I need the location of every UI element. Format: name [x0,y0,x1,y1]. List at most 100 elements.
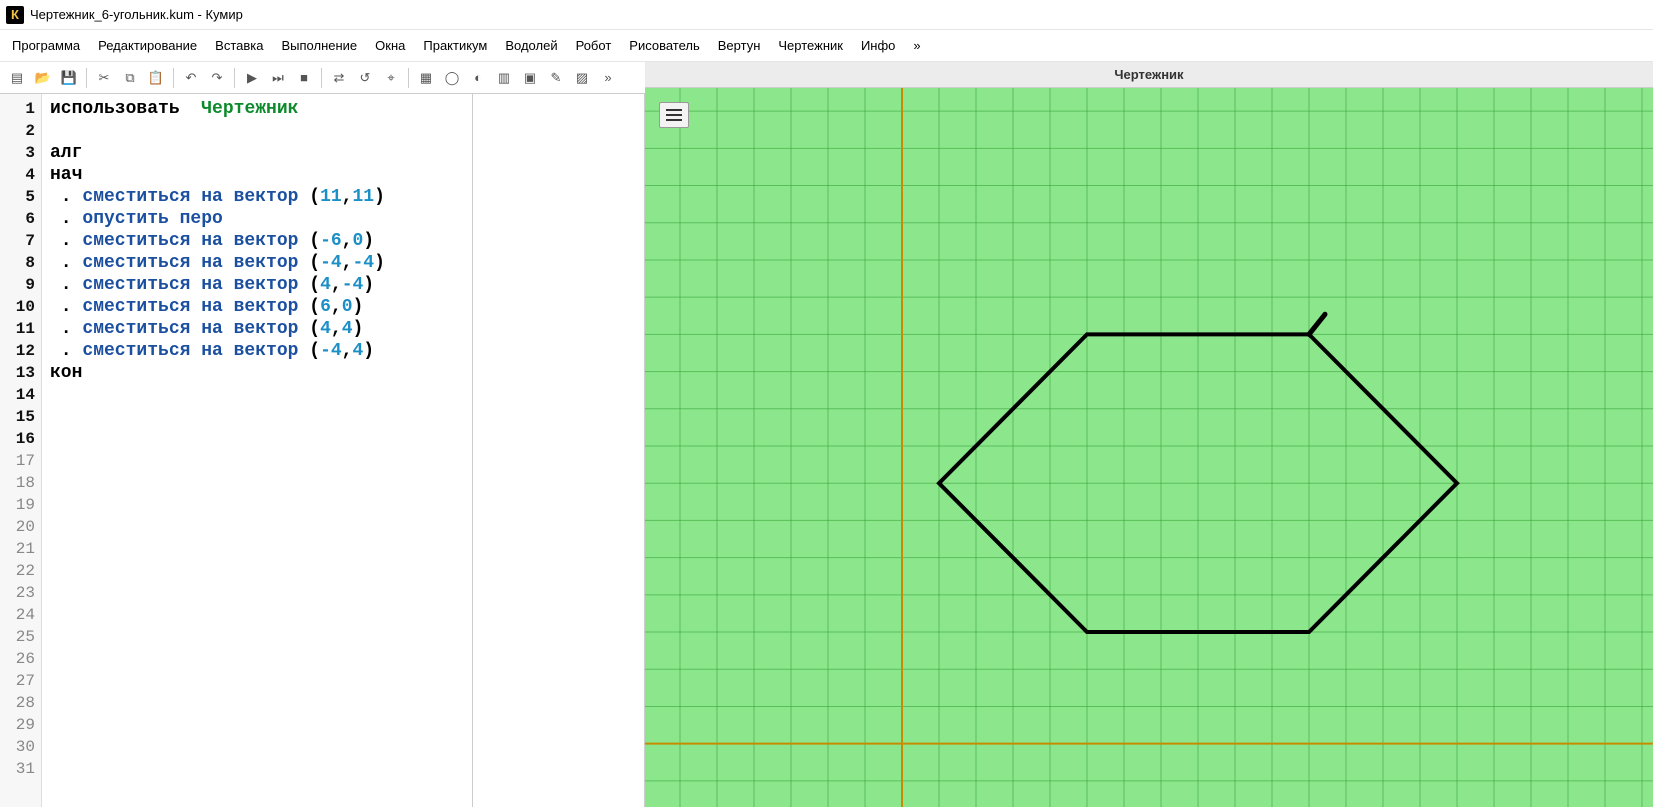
app-icon: К [6,6,24,24]
line-number: 29 [2,714,35,736]
menu-item-редактирование[interactable]: Редактирование [90,34,205,57]
menu-item-вставка[interactable]: Вставка [207,34,271,57]
line-number: 9 [2,274,35,296]
code-line[interactable]: использовать Чертежник [50,98,636,120]
code-line[interactable]: алг [50,142,636,164]
toolbar-separator [86,68,87,88]
editor-split[interactable] [472,94,473,807]
toolbar-separator [234,68,235,88]
menu-item-робот[interactable]: Робот [568,34,620,57]
menu-item-практикум[interactable]: Практикум [415,34,495,57]
line-number: 30 [2,736,35,758]
code-line[interactable]: . сместиться на вектор (6,0) [50,296,636,318]
line-number: 20 [2,516,35,538]
hamburger-icon [666,109,682,121]
line-number: 13 [2,362,35,384]
editor-pane: ▤📂💾✂⧉📋↶↷▶⏭■⇄↺⌖▦◯◐▥▣✎▨» 12345678910111213… [0,62,645,807]
code-line[interactable]: . сместиться на вектор (11,11) [50,186,636,208]
code-line[interactable]: . сместиться на вектор (-4,-4) [50,252,636,274]
cut-button[interactable]: ✂ [93,67,115,89]
copy-button[interactable]: ⧉ [119,67,141,89]
code-line[interactable]: . сместиться на вектор (4,4) [50,318,636,340]
line-number: 7 [2,230,35,252]
code-line[interactable]: кон [50,362,636,384]
menu-item-выполнение[interactable]: Выполнение [273,34,365,57]
line-number: 16 [2,428,35,450]
line-number: 27 [2,670,35,692]
undo-button[interactable]: ↶ [180,67,202,89]
canvas-menu-button[interactable] [659,102,689,128]
tool-3-button[interactable]: ◐ [467,67,489,89]
tool-7-button[interactable]: ▨ [571,67,593,89]
menu-item-водолей[interactable]: Водолей [497,34,565,57]
line-number: 1 [2,98,35,120]
line-number: 31 [2,758,35,780]
grid-svg [645,88,1653,807]
open-file-button[interactable]: 📂 [32,67,54,89]
line-number: 19 [2,494,35,516]
save-file-button[interactable]: 💾 [58,67,80,89]
code-line[interactable]: . сместиться на вектор (-6,0) [50,230,636,252]
line-number: 3 [2,142,35,164]
toolbar-separator [408,68,409,88]
menu-item-инфо[interactable]: Инфо [853,34,903,57]
tool-6-button[interactable]: ✎ [545,67,567,89]
line-number: 12 [2,340,35,362]
line-number: 21 [2,538,35,560]
titlebar: К Чертежник_6-угольник.kum - Кумир [0,0,1653,30]
line-number: 28 [2,692,35,714]
code-line[interactable]: . сместиться на вектор (4,-4) [50,274,636,296]
line-number: 23 [2,582,35,604]
toolbar-separator [321,68,322,88]
canvas[interactable] [645,88,1653,807]
line-number: 26 [2,648,35,670]
line-number: 22 [2,560,35,582]
redo-button[interactable]: ↷ [206,67,228,89]
tool-5-button[interactable]: ▣ [519,67,541,89]
stop-button[interactable]: ■ [293,67,315,89]
menu-item-рисователь[interactable]: Рисователь [621,34,707,57]
code-line[interactable]: . сместиться на вектор (-4,4) [50,340,636,362]
line-number: 6 [2,208,35,230]
line-number: 5 [2,186,35,208]
line-number: 14 [2,384,35,406]
menu-item-программа[interactable]: Программа [4,34,88,57]
new-file-button[interactable]: ▤ [6,67,28,89]
code-editor[interactable]: использовать Чертежник алгнач . сместить… [42,94,644,807]
toggle-a-button[interactable]: ⇄ [328,67,350,89]
code-line[interactable] [50,120,636,142]
right-pane: Чертежник [645,62,1653,807]
line-number: 18 [2,472,35,494]
menu-item-»[interactable]: » [905,34,928,57]
line-number: 24 [2,604,35,626]
code-line[interactable]: нач [50,164,636,186]
window-title: Чертежник_6-угольник.kum - Кумир [30,7,243,22]
overflow-button[interactable]: » [597,67,619,89]
tool-4-button[interactable]: ▥ [493,67,515,89]
line-number: 4 [2,164,35,186]
toolbar-separator [173,68,174,88]
toggle-b-button[interactable]: ↺ [354,67,376,89]
cursor-button[interactable]: ⌖ [380,67,402,89]
line-number: 10 [2,296,35,318]
line-gutter: 1234567891011121314151617181920212223242… [0,94,42,807]
tool-2-button[interactable]: ◯ [441,67,463,89]
line-number: 8 [2,252,35,274]
line-number: 15 [2,406,35,428]
toolbar: ▤📂💾 ✂⧉📋 ↶↷ ▶⏭■ ⇄↺⌖ ▦◯◐▥▣✎▨» [0,62,645,94]
step-button[interactable]: ⏭ [267,67,289,89]
run-button[interactable]: ▶ [241,67,263,89]
menu-item-вертун[interactable]: Вертун [710,34,769,57]
code-line[interactable]: . опустить перо [50,208,636,230]
main-area: ▤📂💾✂⧉📋↶↷▶⏭■⇄↺⌖▦◯◐▥▣✎▨» 12345678910111213… [0,62,1653,807]
menu-item-окна[interactable]: Окна [367,34,413,57]
paste-button[interactable]: 📋 [145,67,167,89]
tool-1-button[interactable]: ▦ [415,67,437,89]
right-pane-title: Чертежник [645,62,1653,88]
menubar: ПрограммаРедактированиеВставкаВыполнение… [0,30,1653,62]
line-number: 17 [2,450,35,472]
line-number: 11 [2,318,35,340]
line-number: 2 [2,120,35,142]
menu-item-чертежник[interactable]: Чертежник [770,34,851,57]
line-number: 25 [2,626,35,648]
